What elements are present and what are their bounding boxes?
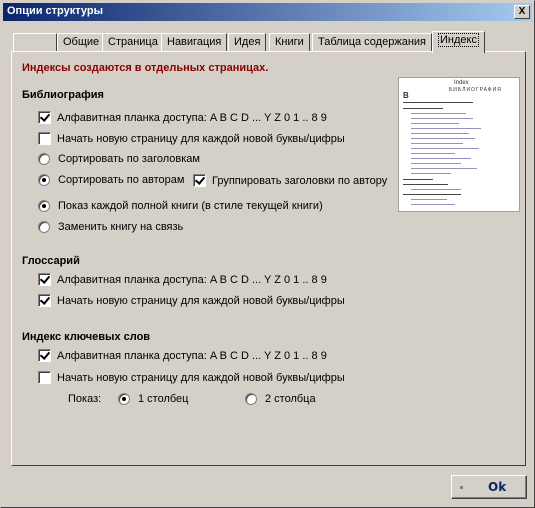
preview-line	[411, 148, 479, 149]
preview-line	[411, 173, 451, 174]
section-glossary-title: Глоссарий	[22, 255, 80, 267]
bib-sort-titles-radio[interactable]	[38, 153, 50, 165]
kw-show-label-row: Показ:	[68, 393, 101, 405]
bib-alpha-bar-checkbox[interactable]	[38, 111, 51, 124]
section-keywords-title: Индекс ключевых слов	[22, 331, 151, 343]
preview-line	[411, 153, 455, 154]
close-button[interactable]: X	[514, 5, 530, 19]
gloss-alpha-bar-checkbox[interactable]	[38, 273, 51, 286]
tab-idea[interactable]: Идея	[228, 33, 267, 52]
gloss-alpha-bar-label: Алфавитная планка доступа: A B C D ... Y…	[57, 273, 327, 286]
bib-new-page-option[interactable]: Начать новую страницу для каждой новой б…	[38, 132, 345, 145]
preview-line	[411, 138, 475, 139]
bib-sort-authors-radio[interactable]	[38, 174, 50, 186]
window-title: Опции структуры	[7, 5, 103, 17]
index-preview-image: Index БИБЛИОГРАФИЯ B	[398, 77, 520, 212]
bib-sort-titles-label: Сортировать по заголовкам	[58, 153, 200, 165]
preview-line	[403, 194, 461, 195]
preview-line	[403, 108, 443, 109]
ok-button-label: Ok	[488, 480, 507, 494]
ok-button[interactable]: Ok	[451, 475, 527, 499]
tab-blank[interactable]	[13, 33, 57, 52]
bib-full-book-label: Показ каждой полной книги (в стиле текущ…	[58, 200, 323, 212]
bib-replace-link-radio[interactable]	[38, 221, 50, 233]
kw-two-columns-radio[interactable]	[245, 393, 257, 405]
gloss-new-page-option[interactable]: Начать новую страницу для каждой новой б…	[38, 294, 345, 307]
bib-sort-authors-option[interactable]: Сортировать по авторам	[38, 174, 184, 186]
kw-one-column-option[interactable]: 1 столбец	[118, 393, 188, 405]
kw-new-page-checkbox[interactable]	[38, 371, 51, 384]
preview-line	[411, 128, 481, 129]
bib-alpha-bar-label: Алфавитная планка доступа: A B C D ... Y…	[57, 111, 327, 124]
preview-header-text: Index	[454, 80, 469, 86]
tab-index[interactable]: Индекс	[432, 31, 485, 53]
preview-line	[411, 204, 455, 205]
kw-one-column-radio[interactable]	[118, 393, 130, 405]
bib-group-titles-checkbox[interactable]	[193, 174, 206, 187]
bib-alpha-bar-option[interactable]: Алфавитная планка доступа: A B C D ... Y…	[38, 111, 327, 124]
kw-alpha-bar-checkbox[interactable]	[38, 349, 51, 362]
kw-one-column-label: 1 столбец	[138, 393, 189, 405]
gloss-new-page-label: Начать новую страницу для каждой новой б…	[57, 294, 345, 307]
tab-page[interactable]: Страница	[102, 33, 164, 52]
tab-panel-index: Индексы создаются в отдельных страницах.…	[11, 51, 526, 466]
kw-two-columns-option[interactable]: 2 столбца	[245, 393, 316, 405]
preview-line	[411, 123, 459, 124]
kw-show-label: Показ:	[68, 393, 102, 405]
notice-text: Индексы создаются в отдельных страницах.	[22, 62, 269, 74]
preview-line	[411, 168, 477, 169]
tab-books[interactable]: Книги	[269, 33, 310, 52]
preview-line	[411, 189, 461, 190]
preview-letter: B	[403, 91, 409, 100]
preview-line	[403, 102, 473, 103]
bib-sort-titles-option[interactable]: Сортировать по заголовкам	[38, 153, 200, 165]
preview-line	[411, 113, 466, 114]
bib-replace-link-label: Заменить книгу на связь	[58, 221, 184, 233]
kw-alpha-bar-option[interactable]: Алфавитная планка доступа: A B C D ... Y…	[38, 349, 327, 362]
tab-toc[interactable]: Таблица содержания	[312, 33, 432, 52]
preview-line	[403, 184, 448, 185]
section-bibliography-title: Библиография	[22, 89, 104, 101]
preview-line	[411, 158, 471, 159]
bib-full-book-option[interactable]: Показ каждой полной книги (в стиле текущ…	[38, 200, 323, 212]
kw-new-page-option[interactable]: Начать новую страницу для каждой новой б…	[38, 371, 345, 384]
bib-full-book-radio[interactable]	[38, 200, 50, 212]
bib-group-titles-option[interactable]: Группировать заголовки по автору	[193, 174, 387, 187]
preview-line	[411, 143, 463, 144]
gloss-alpha-bar-option[interactable]: Алфавитная планка доступа: A B C D ... Y…	[38, 273, 327, 286]
tab-general[interactable]: Общие	[57, 33, 106, 52]
gloss-new-page-checkbox[interactable]	[38, 294, 51, 307]
title-bar[interactable]: Опции структуры X	[3, 3, 532, 21]
kw-two-columns-label: 2 столбца	[265, 393, 316, 405]
bib-replace-link-option[interactable]: Заменить книгу на связь	[38, 221, 183, 233]
bib-sort-authors-label: Сортировать по авторам	[58, 174, 185, 186]
tab-index-label: Индекс	[438, 33, 479, 47]
tab-navigation[interactable]: Навигация	[161, 33, 228, 52]
preview-line	[411, 163, 461, 164]
ok-button-dot-icon	[460, 486, 463, 489]
preview-line	[411, 133, 469, 134]
kw-alpha-bar-label: Алфавитная планка доступа: A B C D ... Y…	[57, 349, 327, 362]
dialog-window: Опции структуры X Общие Страница Навигац…	[0, 0, 535, 508]
preview-line	[411, 199, 447, 200]
bib-new-page-checkbox[interactable]	[38, 132, 51, 145]
preview-line	[411, 118, 473, 119]
bib-new-page-label: Начать новую страницу для каждой новой б…	[57, 132, 345, 145]
preview-alpha-bar: БИБЛИОГРАФИЯ	[449, 87, 502, 93]
bib-group-titles-label: Группировать заголовки по автору	[212, 174, 388, 187]
kw-new-page-label: Начать новую страницу для каждой новой б…	[57, 371, 345, 384]
preview-line	[403, 179, 433, 180]
